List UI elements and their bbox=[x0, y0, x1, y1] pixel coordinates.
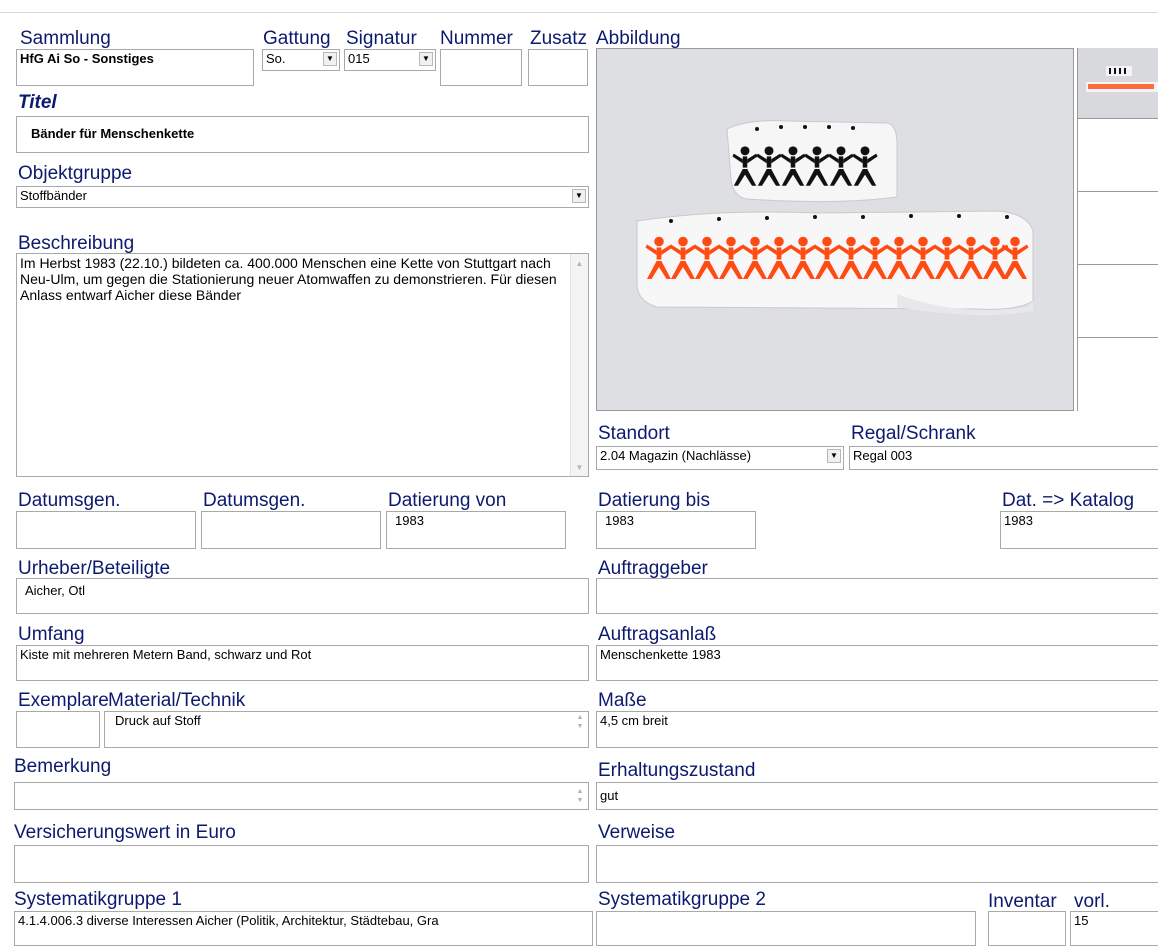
beschreibung-value: Im Herbst 1983 (22.10.) bildeten ca. 400… bbox=[20, 255, 557, 303]
signatur-select[interactable]: 015 ▼ bbox=[344, 49, 436, 71]
chevron-down-icon[interactable]: ▼ bbox=[419, 52, 433, 66]
vertical-scrollbar[interactable]: ▲ ▼ bbox=[570, 254, 588, 476]
datierung-von-field[interactable]: 1983 bbox=[386, 511, 566, 549]
standort-label: Standort bbox=[598, 423, 670, 444]
objektgruppe-select[interactable]: Stoffbänder ▼ bbox=[16, 186, 589, 208]
chevron-down-icon[interactable]: ▼ bbox=[572, 189, 586, 203]
datierung-von-label: Datierung von bbox=[388, 490, 507, 511]
thumbnail-1[interactable] bbox=[1078, 48, 1158, 119]
zusatz-field[interactable] bbox=[528, 49, 588, 86]
fabric-bands-image bbox=[597, 49, 1073, 410]
versicherungswert-label: Versicherungswert in Euro bbox=[14, 822, 236, 843]
sammlung-label: Sammlung bbox=[20, 28, 111, 49]
signatur-label: Signatur bbox=[346, 28, 417, 49]
systematik1-label: Systematikgruppe 1 bbox=[14, 889, 182, 910]
inventar-field[interactable] bbox=[988, 911, 1066, 946]
spinner-arrows-icon[interactable]: ▲ ▼ bbox=[574, 787, 586, 805]
vorl-field[interactable]: 15 bbox=[1070, 911, 1158, 946]
dat-katalog-label: Dat. => Katalog bbox=[1002, 490, 1135, 511]
auftragsanlass-label: Auftragsanlaß bbox=[598, 624, 717, 645]
chevron-down-icon[interactable]: ▼ bbox=[827, 449, 841, 463]
thumbnail-5[interactable] bbox=[1078, 338, 1158, 411]
vorl-label: vorl. bbox=[1074, 891, 1110, 912]
chevron-down-icon[interactable]: ▼ bbox=[323, 52, 337, 66]
datumsgen2-field[interactable] bbox=[201, 511, 381, 549]
spinner-arrows-icon[interactable]: ▲ ▼ bbox=[574, 713, 586, 731]
thumbnail-2[interactable] bbox=[1078, 119, 1158, 192]
gattung-label: Gattung bbox=[263, 28, 331, 49]
signatur-value: 015 bbox=[348, 51, 370, 66]
nummer-label: Nummer bbox=[440, 28, 513, 49]
auftraggeber-field[interactable] bbox=[596, 578, 1158, 614]
bemerkung-field[interactable]: ▲ ▼ bbox=[14, 782, 589, 810]
regal-label: Regal/Schrank bbox=[851, 423, 976, 444]
auftraggeber-label: Auftraggeber bbox=[598, 558, 708, 579]
bemerkung-label: Bemerkung bbox=[14, 756, 112, 777]
nummer-field[interactable] bbox=[440, 49, 522, 86]
material-value: Druck auf Stoff bbox=[115, 713, 201, 728]
umfang-field[interactable]: Kiste mit mehreren Metern Band, schwarz … bbox=[16, 645, 589, 681]
systematik2-label: Systematikgruppe 2 bbox=[598, 889, 766, 910]
datierung-bis-label: Datierung bis bbox=[598, 490, 710, 511]
abbildung-label: Abbildung bbox=[596, 28, 681, 49]
datumsgen1-label: Datumsgen. bbox=[18, 490, 121, 511]
exemplare-field[interactable] bbox=[16, 711, 100, 748]
datumsgen2-label: Datumsgen. bbox=[203, 490, 306, 511]
erhaltungszustand-label: Erhaltungszustand bbox=[598, 760, 756, 781]
gattung-value: So. bbox=[266, 51, 286, 66]
regal-field[interactable]: Regal 003 bbox=[849, 446, 1158, 470]
objektgruppe-label: Objektgruppe bbox=[18, 163, 133, 184]
verweise-label: Verweise bbox=[598, 822, 676, 843]
urheber-label: Urheber/Beteiligte bbox=[18, 558, 171, 579]
standort-select[interactable]: 2.04 Magazin (Nachlässe) ▼ bbox=[596, 446, 844, 470]
verweise-field[interactable] bbox=[596, 845, 1158, 883]
material-label: Material/Technik bbox=[108, 690, 246, 711]
zusatz-label: Zusatz bbox=[530, 28, 588, 49]
titel-label: Titel bbox=[18, 92, 57, 113]
sammlung-field[interactable]: HfG Ai So - Sonstiges bbox=[16, 49, 254, 86]
gattung-select[interactable]: So. ▼ bbox=[262, 49, 340, 71]
beschreibung-textarea[interactable]: Im Herbst 1983 (22.10.) bildeten ca. 400… bbox=[16, 253, 589, 477]
masse-field[interactable]: 4,5 cm breit bbox=[596, 711, 1158, 748]
inventar-label: Inventar bbox=[988, 891, 1057, 912]
object-photo[interactable] bbox=[596, 48, 1074, 411]
scroll-up-arrow-icon[interactable]: ▲ bbox=[571, 258, 588, 270]
scroll-down-arrow-icon[interactable]: ▼ bbox=[571, 462, 588, 474]
standort-value: 2.04 Magazin (Nachlässe) bbox=[600, 448, 752, 463]
top-divider bbox=[0, 12, 1158, 13]
thumbnail-image bbox=[1078, 48, 1158, 118]
titel-field[interactable]: Bänder für Menschenkette bbox=[16, 116, 589, 153]
objektgruppe-value: Stoffbänder bbox=[20, 188, 87, 203]
urheber-field[interactable]: Aicher, Otl bbox=[16, 578, 589, 614]
datierung-bis-field[interactable]: 1983 bbox=[596, 511, 756, 549]
exemplare-label: Exemplare bbox=[18, 690, 108, 711]
systematik1-field[interactable]: 4.1.4.006.3 diverse Interessen Aicher (P… bbox=[14, 911, 593, 946]
umfang-label: Umfang bbox=[18, 624, 85, 645]
beschreibung-label: Beschreibung bbox=[18, 233, 135, 254]
thumbnail-3[interactable] bbox=[1078, 192, 1158, 265]
thumbnail-4[interactable] bbox=[1078, 265, 1158, 338]
material-field[interactable]: Druck auf Stoff ▲ ▼ bbox=[104, 711, 589, 748]
auftragsanlass-field[interactable]: Menschenkette 1983 bbox=[596, 645, 1158, 681]
dat-katalog-field[interactable]: 1983 bbox=[1000, 511, 1158, 549]
versicherungswert-field[interactable] bbox=[14, 845, 589, 883]
thumbnail-strip bbox=[1077, 48, 1158, 411]
masse-label: Maße bbox=[598, 690, 647, 711]
systematik2-field[interactable] bbox=[596, 911, 976, 946]
erhaltungszustand-field[interactable]: gut bbox=[596, 782, 1158, 810]
datumsgen1-field[interactable] bbox=[16, 511, 196, 549]
